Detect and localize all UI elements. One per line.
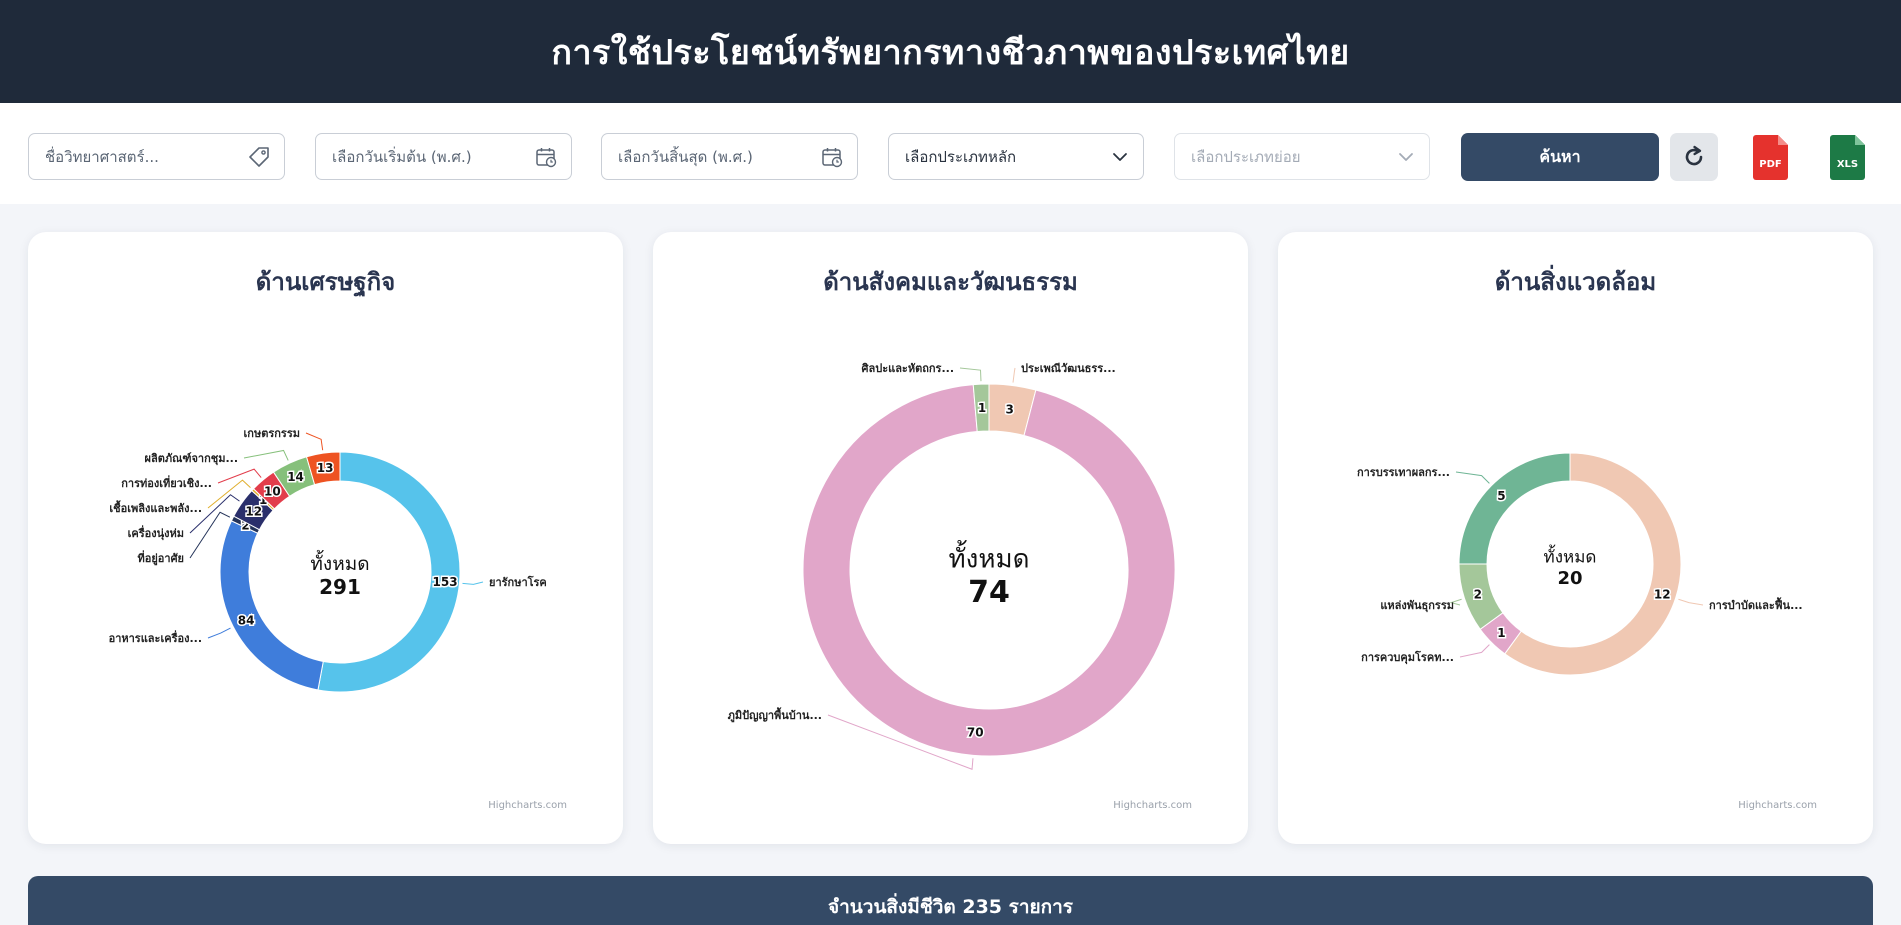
search-button[interactable]: ค้นหา bbox=[1461, 133, 1659, 181]
slice-name-label: เครื่องนุ่งห่ม bbox=[128, 525, 184, 541]
chevron-down-icon bbox=[1113, 152, 1127, 161]
chart-card-environment: ด้านสิ่งแวดล้อม 12 การบำบัดและฟื้น... 1 การ… bbox=[1278, 232, 1873, 844]
connector-line bbox=[1459, 644, 1490, 658]
chart-card-society-culture: ด้านสังคมและวัฒนธรรม 3 ประเพณีวัฒนธรร... 7… bbox=[653, 232, 1248, 844]
slice-value-label: 12 bbox=[1654, 587, 1671, 601]
center-total: 74 bbox=[968, 575, 1010, 610]
slice-name-label: การบรรเทาผลกร... bbox=[1357, 466, 1450, 479]
end-date-input[interactable]: เลือกวันสิ้นสุด (พ.ศ.) bbox=[601, 133, 858, 180]
connector-line bbox=[462, 581, 484, 585]
donut-chart-society-culture: 3 ประเพณีวัฒนธรร... 70 ภูมิปัญญาพื้นบ้าน...… bbox=[728, 362, 1176, 770]
export-xls-button[interactable]: XLS bbox=[1829, 133, 1867, 181]
chevron-down-icon bbox=[1399, 152, 1413, 161]
slice-value-label: 13 bbox=[317, 461, 334, 475]
chart-card-economy: ด้านเศรษฐกิจ 153 ยารักษาโรค 84 อาหารและเครื… bbox=[28, 232, 623, 844]
slice-value-label: 1 bbox=[978, 401, 986, 415]
slice-name-label: ผลิตภัณฑ์จากชุม... bbox=[145, 452, 238, 466]
calendar-icon bbox=[536, 147, 557, 167]
reset-button[interactable] bbox=[1670, 133, 1718, 181]
slice-name-label: ที่อยู่อาศัย bbox=[137, 550, 184, 566]
slice-name-label: ศิลปะและหัตถกร... bbox=[861, 362, 954, 375]
slice-name-label: อาหารและเครื่อง... bbox=[109, 630, 202, 645]
slice-name-label: เกษตรกรรม bbox=[244, 427, 300, 440]
slice-value-label: 2 bbox=[1474, 587, 1482, 601]
center-label: ทั้งหมด bbox=[1544, 544, 1597, 567]
slice-name-label: การควบคุมโรคท... bbox=[1361, 650, 1454, 665]
slice-name-label: ยารักษาโรค bbox=[489, 575, 547, 589]
xls-label: XLS bbox=[1837, 159, 1858, 170]
refresh-icon bbox=[1685, 145, 1703, 166]
chart-credit[interactable]: Highcharts.com bbox=[488, 800, 567, 811]
scientific-name-input[interactable]: ชื่อวิทยาศาสตร์... bbox=[28, 133, 285, 180]
chart-credit[interactable]: Highcharts.com bbox=[1113, 800, 1192, 811]
slice-value-label: 84 bbox=[238, 614, 255, 628]
slice-value-label: 153 bbox=[433, 575, 458, 589]
slice-value-label: 14 bbox=[287, 470, 304, 484]
connector-line bbox=[1012, 367, 1016, 383]
slice-value-label: 1 bbox=[1497, 626, 1505, 640]
slice-name-label: ประเพณีวัฒนธรร... bbox=[1021, 362, 1116, 375]
slice-value-label: 3 bbox=[1005, 402, 1013, 416]
slice-name-label: การบำบัดและฟื้น... bbox=[1709, 597, 1803, 612]
connector-line bbox=[207, 627, 231, 639]
calendar-icon bbox=[822, 147, 843, 167]
center-label: ทั้งหมด bbox=[949, 539, 1030, 574]
center-total: 291 bbox=[319, 575, 361, 599]
slice-name-label: ภูมิปัญญาพื้นบ้าน... bbox=[728, 707, 822, 723]
center-total: 20 bbox=[1557, 568, 1582, 589]
main-category-value: เลือกประเภทหลัก bbox=[905, 147, 1017, 166]
start-date-placeholder: เลือกวันเริ่มต้น (พ.ศ.) bbox=[332, 147, 472, 166]
end-date-placeholder: เลือกวันสิ้นสุด (พ.ศ.) bbox=[618, 147, 753, 166]
slice-name-label: แหล่งพันธุกรรม bbox=[1380, 599, 1454, 613]
donut-chart-economy: 153 ยารักษาโรค84อาหารและเครื่อง...2ที่อยู… bbox=[109, 427, 547, 693]
start-date-input[interactable]: เลือกวันเริ่มต้น (พ.ศ.) bbox=[315, 133, 572, 180]
connector-line bbox=[305, 432, 324, 451]
app-header: การใช้ประโยชน์ทรัพยากรทางชีวภาพของประเทศ… bbox=[0, 0, 1901, 103]
export-pdf-button[interactable]: PDF bbox=[1752, 133, 1790, 181]
center-label: ทั้งหมด bbox=[310, 550, 369, 575]
summary-bar: จำนวนสิ่งมีชีวิต 235 รายการ bbox=[28, 876, 1873, 925]
slice-name-label: การท่องเที่ยวเชิง... bbox=[121, 475, 212, 490]
pie-slice bbox=[219, 520, 324, 691]
slice-name-label: เชื้อเพลิงและพลัง... bbox=[109, 500, 202, 515]
connector-line bbox=[959, 367, 982, 382]
page-title: การใช้ประโยชน์ทรัพยากรทางชีวภาพของประเทศ… bbox=[551, 32, 1350, 73]
connector-line bbox=[1455, 471, 1490, 484]
chart-credit[interactable]: Highcharts.com bbox=[1738, 800, 1817, 811]
slice-value-label: 5 bbox=[1497, 489, 1505, 503]
tag-icon bbox=[249, 146, 269, 167]
donut-chart-environment: 12 การบำบัดและฟื้น... 1 การควบคุมโรคท... 2 แห… bbox=[1357, 452, 1803, 676]
connector-line bbox=[1678, 598, 1704, 606]
connector-line bbox=[243, 449, 289, 461]
slice-value-label: 70 bbox=[967, 725, 984, 739]
pdf-label: PDF bbox=[1759, 159, 1781, 170]
scientific-name-placeholder: ชื่อวิทยาศาสตร์... bbox=[45, 147, 159, 166]
sub-category-select[interactable]: เลือกประเภทย่อย bbox=[1174, 133, 1430, 180]
summary-text: จำนวนสิ่งมีชีวิต 235 รายการ bbox=[827, 896, 1074, 918]
slice-value-label: 10 bbox=[264, 485, 281, 499]
main-category-select[interactable]: เลือกประเภทหลัก bbox=[888, 133, 1144, 180]
sub-category-placeholder: เลือกประเภทย่อย bbox=[1191, 147, 1301, 166]
connector-line bbox=[217, 468, 262, 484]
